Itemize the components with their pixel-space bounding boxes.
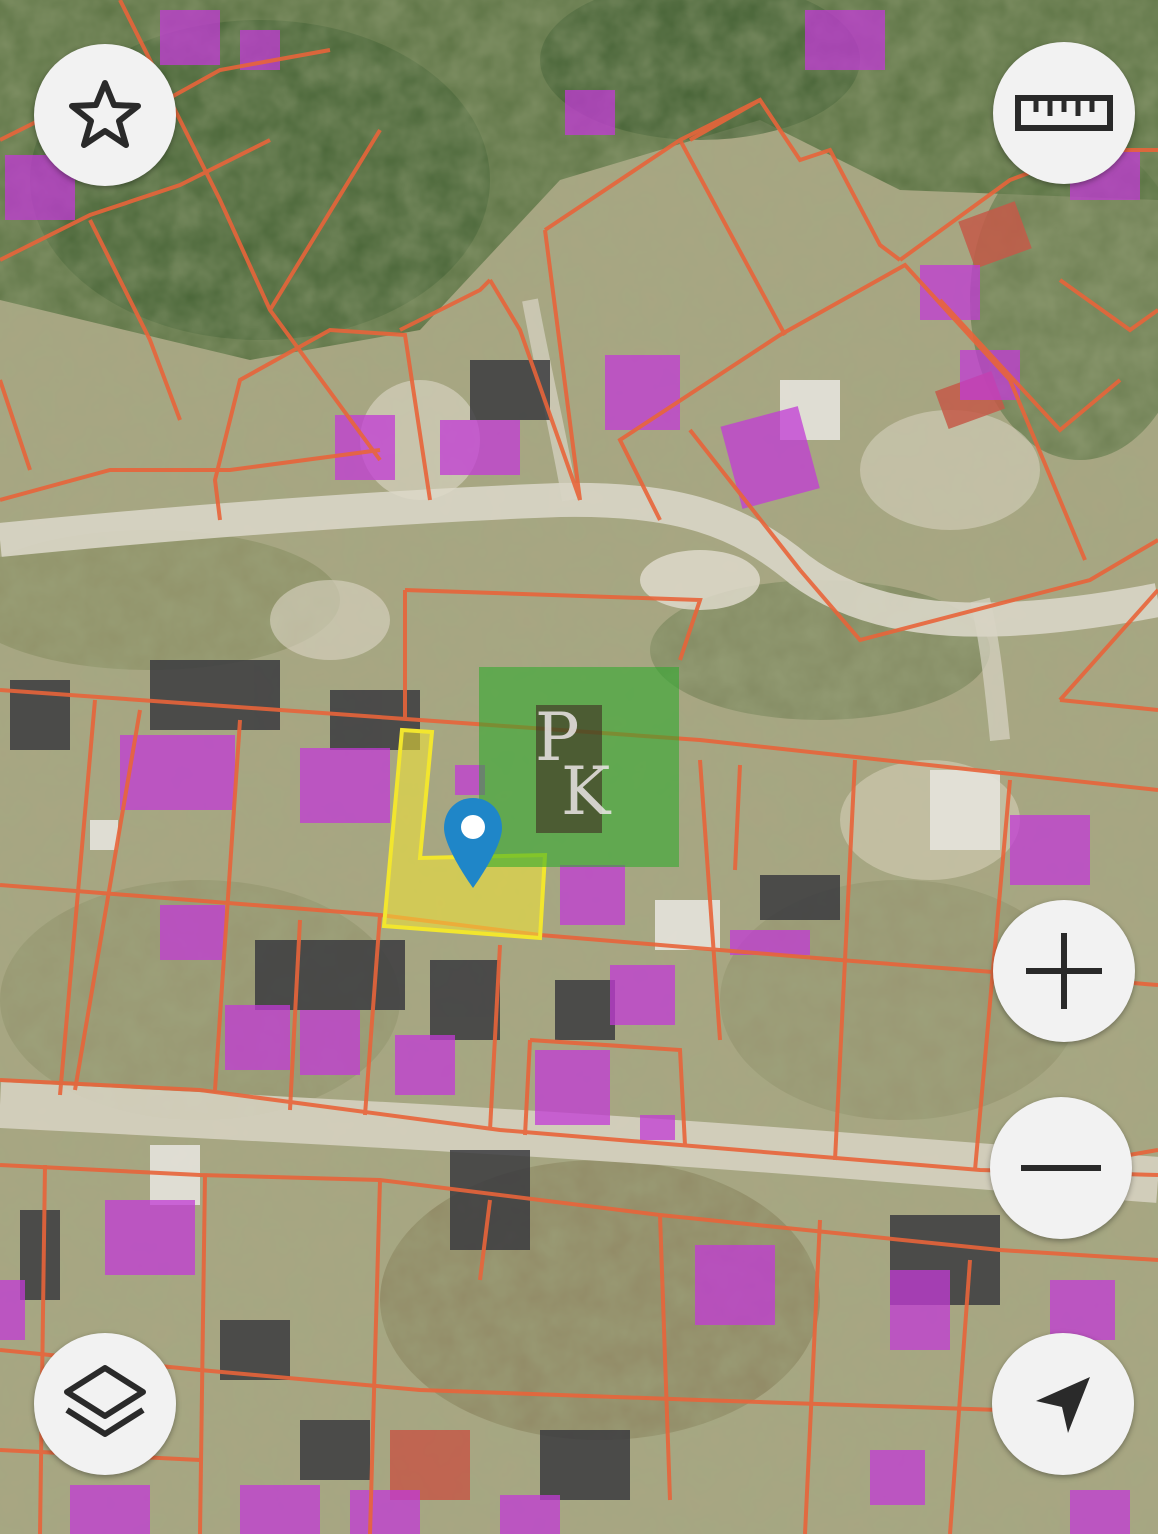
locate-button[interactable] — [992, 1333, 1134, 1475]
favorite-button[interactable] — [34, 44, 176, 186]
minus-icon — [1021, 1165, 1101, 1171]
plus-icon — [1026, 933, 1102, 1009]
navigation-arrow-icon — [1036, 1377, 1090, 1433]
zoom-in-button[interactable] — [993, 900, 1135, 1042]
layers-button[interactable] — [34, 1333, 176, 1475]
ruler-button[interactable] — [993, 42, 1135, 184]
ruler-icon — [1015, 95, 1113, 131]
star-icon — [69, 80, 141, 148]
zoom-out-button[interactable] — [990, 1097, 1132, 1239]
location-pin-icon[interactable] — [441, 796, 505, 892]
layers-icon — [64, 1365, 146, 1437]
map-view[interactable]: P K — [0, 0, 1158, 1534]
watermark-letter-2: K — [561, 753, 611, 830]
watermark-logo: P K — [479, 667, 679, 867]
